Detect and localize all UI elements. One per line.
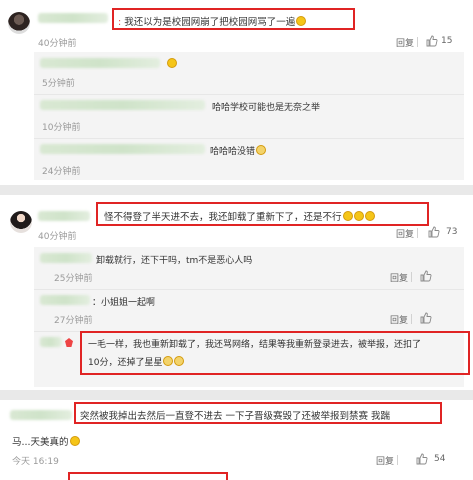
laugh-emoji-icon xyxy=(353,211,364,221)
reply-time: 10分钟前 xyxy=(42,123,81,133)
reply-text-continued: 10分，还掉了星星 xyxy=(88,355,185,368)
reply-button[interactable]: 回复 xyxy=(390,313,408,326)
divider xyxy=(411,314,412,324)
reply-time: 27分钟前 xyxy=(54,316,93,326)
comment-text: 突然被我掉出去然后一直登不进去 一下子晋级赛毁了还被举报到禁赛 我踹 xyxy=(80,411,391,422)
comment-card-3: 突然被我掉出去然后一直登不进去 一下子晋级赛毁了还被举报到禁赛 我踹 马...天… xyxy=(0,400,473,480)
avatar[interactable] xyxy=(8,12,30,34)
divider xyxy=(411,272,412,282)
screenshot-gap xyxy=(0,185,473,195)
comment-time: 40分钟前 xyxy=(38,232,77,242)
highlight-box xyxy=(68,472,228,480)
reply-time: 24分钟前 xyxy=(42,167,81,177)
reply-user-blurred xyxy=(40,144,205,154)
like-count: 54 xyxy=(434,454,446,464)
laugh-emoji-icon xyxy=(364,211,375,221)
reply-text: ：小姐姐一起啊 xyxy=(92,298,156,308)
username-blurred[interactable] xyxy=(10,410,72,420)
divider xyxy=(397,455,398,465)
vip-flag-icon xyxy=(65,338,73,347)
comment-text: : 我还以为是校园网崩了把校园网骂了一遍 xyxy=(118,14,307,28)
laugh-emoji-icon xyxy=(167,58,177,68)
comment-time: 今天 16:19 xyxy=(12,457,59,467)
divider xyxy=(34,94,464,95)
cry-emoji-icon xyxy=(256,145,267,155)
comment-text-continued: 马...天美真的 xyxy=(12,434,80,448)
divider xyxy=(417,228,418,238)
laugh-emoji-icon xyxy=(342,211,353,221)
reply-text: 哈哈哈没错 xyxy=(210,144,267,157)
reply-button[interactable]: 回复 xyxy=(390,271,408,284)
reply-thread: 5分钟前 哈哈学校可能也是无奈之举 10分钟前 哈哈哈没错 24分钟前 xyxy=(34,52,464,180)
reply-user-blurred xyxy=(40,253,92,263)
avatar[interactable] xyxy=(10,211,32,233)
thumbs-up-icon[interactable] xyxy=(426,35,438,47)
reply-button[interactable]: 回复 xyxy=(376,454,394,467)
cry-emoji-icon xyxy=(163,356,174,366)
reply-thread: 卸载就行，还下干吗，tm不是恶心人吗 25分钟前 回复 ：小姐姐一起啊 27分钟… xyxy=(34,247,470,387)
reply-time: 5分钟前 xyxy=(42,79,75,89)
reply-user-blurred xyxy=(40,337,62,347)
divider xyxy=(417,37,418,47)
comment-card-2: 怪不得登了半天进不去，我还卸载了重新下了，还是不行 40分钟前 回复 73 卸载… xyxy=(0,195,473,390)
reply-user-blurred xyxy=(40,58,160,68)
screenshot-gap xyxy=(0,390,473,400)
comment-text: 怪不得登了半天进不去，我还卸载了重新下了，还是不行 xyxy=(104,209,375,223)
reply-button[interactable]: 回复 xyxy=(396,36,414,49)
reply-text: 哈哈学校可能也是无奈之举 xyxy=(212,103,321,113)
reply-user-blurred xyxy=(40,295,90,305)
like-count: 15 xyxy=(441,36,453,46)
reply-time: 25分钟前 xyxy=(54,274,93,284)
comment-card-1: : 我还以为是校园网崩了把校园网骂了一遍 40分钟前 回复 15 5分钟前 哈哈… xyxy=(0,0,473,185)
username-blurred[interactable] xyxy=(38,13,108,23)
reply-text: 卸载就行，还下干吗，tm不是恶心人吗 xyxy=(96,256,253,266)
thumbs-up-icon[interactable] xyxy=(420,312,432,324)
laugh-emoji-icon xyxy=(296,16,307,26)
reply-text: 一毛一样，我也重新卸载了，我还骂网络，结果等我重新登录进去，被举报，还扣了 xyxy=(88,340,422,350)
laugh-emoji-icon xyxy=(69,436,80,446)
cry-emoji-icon xyxy=(174,356,185,366)
thumbs-up-icon[interactable] xyxy=(428,226,440,238)
username-blurred[interactable] xyxy=(38,211,90,221)
reply-button[interactable]: 回复 xyxy=(396,227,414,240)
thumbs-up-icon[interactable] xyxy=(420,270,432,282)
reply-user-blurred xyxy=(40,100,205,110)
comment-time: 40分钟前 xyxy=(38,39,77,49)
like-count: 73 xyxy=(446,227,458,237)
divider xyxy=(34,138,464,139)
divider xyxy=(34,289,464,290)
thumbs-up-icon[interactable] xyxy=(416,453,428,465)
